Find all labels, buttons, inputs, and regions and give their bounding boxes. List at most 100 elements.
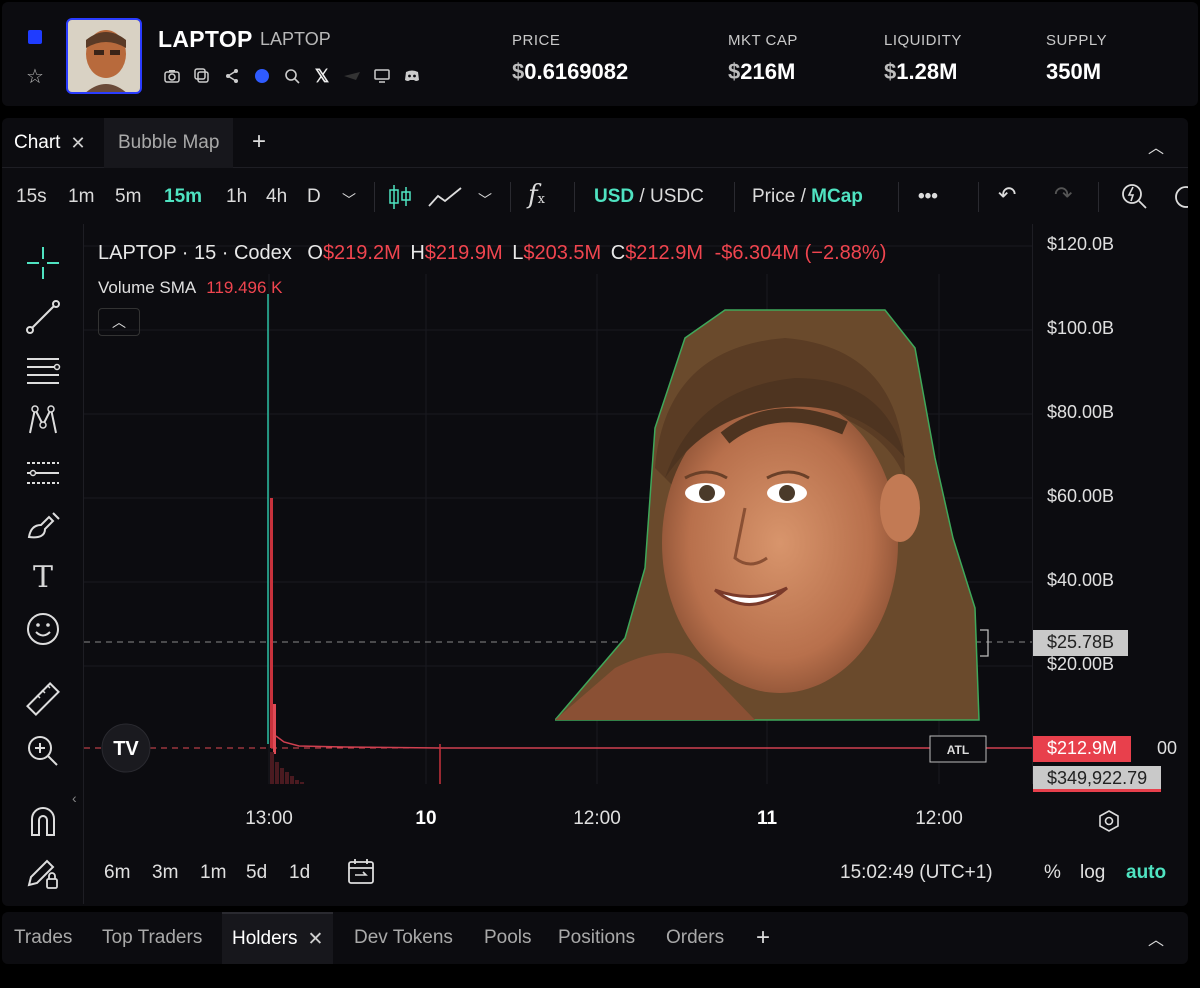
percent-toggle[interactable]: %	[1044, 862, 1061, 884]
crosshair-icon[interactable]	[24, 244, 62, 282]
low-label: L	[512, 242, 524, 264]
light-price-tag: $349,922.79	[1033, 766, 1162, 792]
x-tick-label: 13:00	[245, 808, 293, 829]
range-5d[interactable]: 5d	[246, 862, 267, 884]
interval-1h[interactable]: 1h	[226, 186, 247, 208]
share-icon[interactable]	[222, 66, 242, 86]
drawing-toolbar: T ‹	[2, 224, 84, 904]
tab-trades[interactable]: Trades	[14, 912, 72, 964]
chevron-up-icon[interactable]: ︿	[1148, 912, 1164, 964]
range-1d[interactable]: 1d	[289, 862, 310, 884]
volume-value: 119.496 K	[206, 278, 283, 297]
high-value: $219.9M	[424, 242, 503, 264]
range-6m[interactable]: 6m	[104, 862, 130, 884]
fx-indicators-icon[interactable]: fx	[528, 180, 545, 210]
stat-label: MKT CAP	[728, 32, 798, 49]
favorite-star-icon[interactable]: ☆	[24, 66, 46, 88]
legend-title: LAPTOP · 15 · Codex	[98, 242, 292, 264]
bottom-tabbar: Trades Top Traders Holders ✕ Dev Tokens …	[2, 912, 1188, 964]
chevron-down-icon[interactable]: ﹀	[478, 190, 492, 210]
search-icon[interactable]	[282, 66, 302, 86]
tab-positions[interactable]: Positions	[558, 912, 635, 964]
brush-icon[interactable]	[24, 506, 62, 544]
tab-pools[interactable]: Pools	[484, 912, 532, 964]
price-tag-suffix: 00	[1157, 738, 1178, 758]
tab-chart[interactable]: Chart ✕	[14, 118, 86, 168]
pattern-icon[interactable]	[24, 402, 62, 440]
tab-label: Chart	[14, 132, 61, 153]
log-toggle[interactable]: log	[1080, 862, 1105, 884]
ruler-icon[interactable]	[24, 680, 62, 718]
monitor-icon[interactable]	[372, 66, 392, 86]
range-1m[interactable]: 1m	[200, 862, 226, 884]
toolbar-divider	[734, 182, 735, 212]
close-value: $212.9M	[625, 242, 704, 264]
collapse-toolbar-icon[interactable]: ‹	[72, 790, 77, 806]
volume-legend: Volume SMA 119.496 K	[98, 278, 283, 298]
date-range-icon[interactable]	[346, 858, 376, 892]
more-options-button[interactable]: •••	[918, 186, 938, 208]
high-label: H	[410, 242, 425, 264]
range-3m[interactable]: 3m	[152, 862, 178, 884]
interval-1m[interactable]: 1m	[68, 186, 94, 208]
close-icon[interactable]: ✕	[70, 133, 85, 154]
y-tick-label: $60.00B	[1047, 486, 1115, 506]
fib-lines-icon[interactable]	[24, 350, 62, 388]
trend-line-icon[interactable]	[24, 298, 62, 336]
copy-icon[interactable]	[192, 66, 212, 86]
tab-dev-tokens[interactable]: Dev Tokens	[354, 912, 453, 964]
price-axis[interactable]: $120.0B $100.0B $80.00B $60.00B $40.00B …	[1032, 224, 1188, 792]
stat-supply: SUPPLY 350M	[1046, 32, 1107, 85]
magnet-icon[interactable]	[24, 802, 62, 840]
add-tab-button[interactable]: +	[252, 128, 266, 156]
camera-icon[interactable]	[162, 66, 182, 86]
close-label: C	[610, 242, 626, 264]
auto-toggle[interactable]: auto	[1126, 862, 1166, 884]
chain-icon[interactable]	[252, 66, 272, 86]
prediction-icon[interactable]	[24, 454, 62, 492]
price-series	[275, 735, 1032, 749]
current-price-tag: $212.9M	[1033, 736, 1132, 762]
tab-orders[interactable]: Orders	[666, 912, 724, 964]
close-icon[interactable]: ✕	[307, 928, 323, 951]
interval-d[interactable]: D	[307, 186, 321, 208]
tab-bubble-map[interactable]: Bubble Map	[104, 118, 234, 168]
axis-settings-icon[interactable]	[1098, 810, 1120, 837]
tab-holders[interactable]: Holders ✕	[222, 912, 334, 964]
chevron-down-icon[interactable]: ﹀	[342, 190, 356, 210]
telegram-icon[interactable]	[342, 66, 362, 86]
interval-15m[interactable]: 15m	[164, 186, 202, 208]
interval-4h[interactable]: 4h	[266, 186, 287, 208]
add-tab-button[interactable]: +	[756, 912, 770, 964]
tab-top-traders[interactable]: Top Traders	[102, 912, 202, 964]
zoom-in-icon[interactable]	[24, 732, 62, 770]
indicator-line-icon[interactable]	[428, 186, 462, 214]
clock-time[interactable]: 15:02:49 (UTC+1)	[840, 862, 993, 884]
ath-bracket	[980, 629, 989, 657]
tab-label: Holders	[232, 928, 298, 949]
settings-icon[interactable]	[1172, 184, 1188, 216]
chevron-up-icon[interactable]: ︿	[1148, 134, 1164, 158]
currency-toggle[interactable]: USD / USDC	[594, 186, 704, 208]
stat-liquidity: LIQUIDITY $1.28M	[884, 32, 962, 85]
quick-search-icon[interactable]	[1120, 182, 1148, 216]
discord-icon[interactable]	[402, 66, 422, 86]
x-tick-label: 12:00	[915, 808, 963, 829]
stat-mkt-cap: MKT CAP $216M	[728, 32, 798, 85]
candles-icon[interactable]	[388, 184, 412, 216]
toolbar-divider	[374, 182, 375, 212]
redo-icon[interactable]: ↷	[1054, 182, 1072, 208]
undo-icon[interactable]: ↶	[998, 182, 1016, 208]
price-mcap-toggle[interactable]: Price / MCap	[752, 186, 863, 208]
collapse-legend-button[interactable]: ︿	[98, 308, 140, 336]
x-icon[interactable]: 𝕏	[312, 66, 332, 86]
x-tick-label: 10	[415, 808, 437, 829]
interval-5m[interactable]: 5m	[115, 186, 141, 208]
time-axis[interactable]: 13:00 10 12:00 11 12:00	[84, 798, 1032, 834]
emoji-icon[interactable]	[24, 610, 62, 648]
toolbar-divider	[510, 182, 511, 212]
y-tick-label: $100.0B	[1047, 318, 1115, 338]
text-tool-icon[interactable]: T	[24, 558, 62, 596]
candle-body	[273, 704, 276, 754]
interval-15s[interactable]: 15s	[16, 186, 47, 208]
